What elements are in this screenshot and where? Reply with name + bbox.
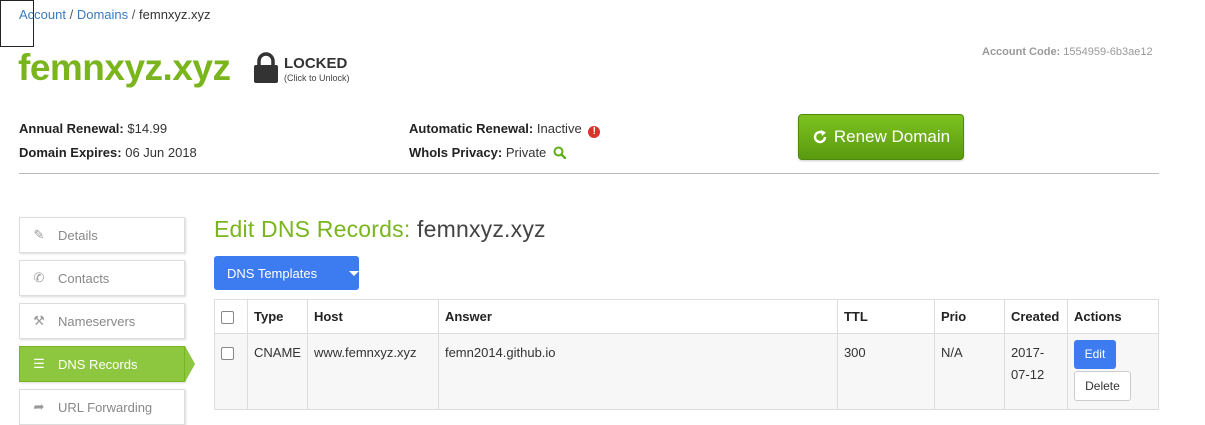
table-row: CNAME www.femnxyz.xyz femn2014.github.io… [214, 333, 1160, 410]
sidebar-item-nameservers[interactable]: ⚒ Nameservers [19, 303, 185, 339]
page-title: femnxyz.xyz [18, 47, 231, 88]
renew-domain-button[interactable]: Renew Domain [798, 114, 964, 160]
breadcrumb-account-link[interactable]: Account [19, 7, 66, 22]
dns-records-table: Type Host Answer TTL Prio Created Action… [214, 299, 1160, 410]
column-header[interactable]: TTL [836, 299, 935, 334]
active-indicator [185, 346, 195, 382]
column-header[interactable]: Answer [437, 299, 838, 334]
breadcrumb-separator: / [131, 7, 136, 22]
auto-renewal-value: Inactive [536, 121, 582, 136]
domain-expires-label: Domain Expires: [19, 145, 122, 160]
account-code-label: Account Code: [982, 46, 1061, 58]
wrench-icon: ⚒ [33, 313, 45, 328]
cell-answer: femn2014.github.io [437, 333, 838, 410]
table-header-row: Type Host Answer TTL Prio Created Action… [214, 299, 1160, 334]
lock-hint[interactable]: (Click to Unlock) [284, 73, 350, 83]
created-date-part: 07-12 [1010, 367, 1045, 382]
breadcrumb-separator: / [69, 7, 74, 22]
sidebar-item-contacts[interactable]: ✆ Contacts [19, 260, 185, 296]
column-header: Actions [1066, 299, 1160, 334]
caret-down-icon [349, 270, 359, 276]
share-icon: ➦ [33, 399, 45, 414]
column-header[interactable]: Host [306, 299, 439, 334]
dns-templates-dropdown[interactable]: DNS Templates [214, 256, 359, 290]
column-header[interactable]: Prio [933, 299, 1005, 334]
cell-ttl: 300 [836, 333, 935, 410]
annual-renewal-label: Annual Renewal: [19, 121, 124, 136]
column-header[interactable]: Created [1003, 299, 1068, 334]
whois-value: Private [505, 145, 547, 160]
lock-icon[interactable] [253, 52, 279, 84]
lock-status[interactable]: LOCKED [284, 55, 347, 72]
breadcrumb-domains-link[interactable]: Domains [77, 7, 128, 22]
sidebar-item-label: URL Forwarding [58, 399, 153, 415]
automatic-renewal: Automatic Renewal: Inactive ! [409, 121, 601, 138]
auto-renewal-label: Automatic Renewal: [409, 121, 534, 136]
created-date-part: 2017- [1010, 345, 1045, 360]
cell-type: CNAME [247, 333, 308, 410]
renew-domain-label: Renew Domain [833, 127, 951, 146]
section-title-label: Edit DNS Records: [214, 216, 411, 242]
list-icon: ☰ [33, 356, 45, 371]
cell-prio: N/A [933, 333, 1005, 410]
cell-actions: Edit Delete [1066, 333, 1160, 410]
whois-label: WhoIs Privacy: [409, 145, 503, 160]
cell-created: 2017- 07-12 [1003, 333, 1068, 410]
breadcrumb: Account / Domains / femnxyz.xyz [19, 7, 211, 22]
annual-renewal: Annual Renewal: $14.99 [19, 121, 167, 136]
divider [19, 173, 1159, 174]
delete-button[interactable]: Delete [1073, 371, 1131, 401]
account-code: Account Code: 1554959-6b3ae12 [982, 46, 1153, 58]
account-code-value: 1554959-6b3ae12 [1063, 46, 1153, 58]
sidebar-item-url-forwarding[interactable]: ➦ URL Forwarding [19, 389, 185, 425]
select-all-checkbox[interactable] [221, 311, 234, 325]
edit-button[interactable]: Edit [1073, 340, 1116, 369]
sidebar-item-label: DNS Records [58, 356, 138, 372]
section-title-domain: femnxyz.xyz [417, 216, 546, 242]
annual-renewal-value: $14.99 [127, 121, 168, 136]
alert-icon[interactable]: ! [588, 126, 601, 138]
row-select-cell [214, 333, 248, 410]
row-checkbox[interactable] [221, 347, 234, 361]
refresh-icon [813, 130, 827, 144]
select-all-cell [214, 299, 248, 334]
phone-icon: ✆ [33, 270, 45, 285]
domain-expires: Domain Expires: 06 Jun 2018 [19, 145, 197, 160]
sidebar-item-label: Nameservers [58, 313, 136, 329]
column-header[interactable]: Type [247, 299, 308, 334]
sidebar-item-details[interactable]: ✎ Details [19, 217, 185, 253]
cell-host: www.femnxyz.xyz [306, 333, 439, 410]
pencil-icon: ✎ [33, 227, 45, 242]
dns-templates-label: DNS Templates [227, 265, 318, 281]
domain-expires-value: 06 Jun 2018 [125, 145, 197, 160]
sidebar-item-label: Contacts [58, 270, 110, 286]
whois-privacy: WhoIs Privacy: Private [409, 145, 566, 160]
search-icon[interactable] [553, 146, 566, 159]
section-title: Edit DNS Records: femnxyz.xyz [214, 216, 546, 243]
breadcrumb-current: femnxyz.xyz [139, 7, 211, 22]
sidebar-item-label: Details [58, 227, 98, 243]
sidebar-item-dns-records[interactable]: ☰ DNS Records [19, 346, 185, 382]
